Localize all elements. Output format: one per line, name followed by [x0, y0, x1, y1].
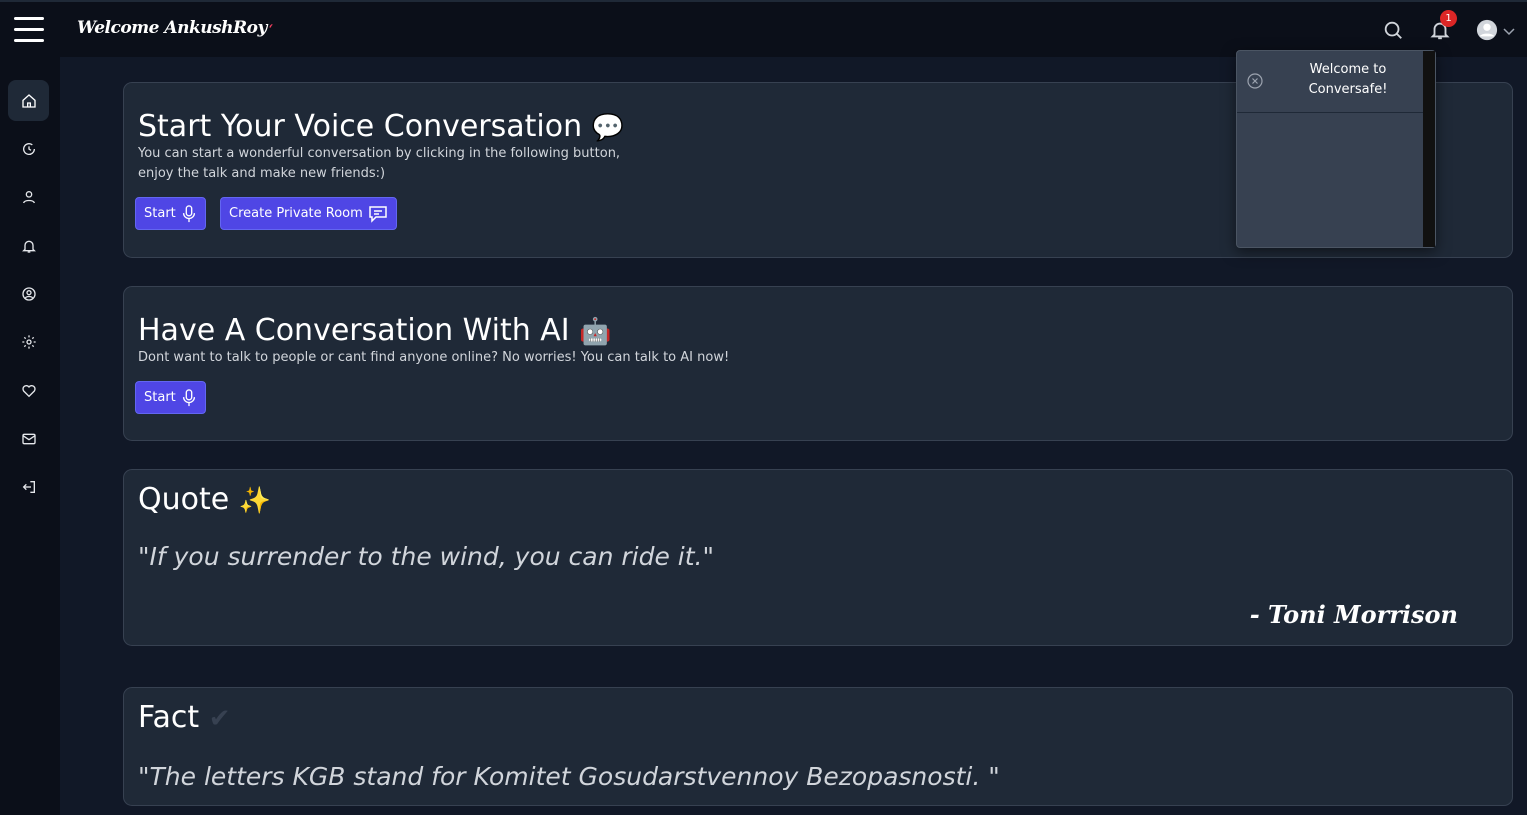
toast-header: Welcome to Conversafe! — [1237, 51, 1423, 113]
fact-card: Fact ✔ "The letters KGB stand for Komite… — [123, 687, 1513, 806]
ai-conversation-card: Have A Conversation With AI 🤖 Dont want … — [123, 286, 1513, 441]
quote-card: Quote ✨ "If you surrender to the wind, y… — [123, 469, 1513, 646]
voice-desc-line-1: You can start a wonderful conversation b… — [138, 146, 621, 161]
voice-desc-line-2: enjoy the talk and make new friends:) — [138, 166, 386, 181]
quote-author: - Toni Morrison — [1249, 600, 1458, 629]
voice-title-text: Start Your Voice Conversation — [138, 109, 583, 144]
fact-title-text: Fact — [138, 700, 200, 735]
account-circle-icon — [21, 286, 36, 301]
welcome-title: Welcome AnkushRoy ʻ — [77, 18, 273, 38]
microphone-icon — [182, 204, 195, 222]
search-icon[interactable] — [1382, 19, 1404, 41]
ai-start-button[interactable]: Start — [135, 381, 206, 414]
welcome-toast: Welcome to Conversafe! — [1236, 50, 1436, 248]
home-icon — [21, 93, 36, 108]
create-private-room-button[interactable]: Create Private Room — [220, 197, 397, 230]
sidebar — [0, 57, 60, 815]
speech-bubble-icon: 💬 — [591, 113, 625, 143]
private-room-label: Create Private Room — [229, 206, 363, 221]
sidebar-item-account[interactable] — [8, 273, 49, 314]
sidebar-item-logout[interactable] — [8, 466, 49, 507]
sidebar-item-home[interactable] — [8, 80, 49, 121]
mail-icon — [21, 433, 36, 444]
history-icon — [22, 142, 35, 155]
ai-title-text: Have A Conversation With AI — [138, 313, 570, 348]
sidebar-item-profile[interactable] — [8, 176, 49, 217]
quote-title-text: Quote — [138, 482, 230, 517]
ai-card-description: Dont want to talk to people or cant find… — [138, 350, 730, 365]
user-icon — [22, 190, 35, 203]
voice-start-label: Start — [144, 206, 176, 221]
chevron-down-icon[interactable] — [1503, 28, 1515, 36]
quote-card-title: Quote ✨ — [138, 482, 271, 517]
ai-card-title: Have A Conversation With AI 🤖 — [138, 313, 612, 348]
sidebar-item-settings[interactable] — [8, 321, 49, 362]
sidebar-item-history[interactable] — [8, 128, 49, 169]
close-icon[interactable] — [1247, 73, 1263, 89]
avatar-icon[interactable] — [1476, 19, 1498, 41]
logout-icon — [22, 480, 35, 493]
heart-icon — [21, 384, 36, 397]
top-bar: Welcome AnkushRoy ʻ 1 — [0, 0, 1527, 57]
notification-badge: 1 — [1440, 10, 1457, 27]
heart-mark-icon: ʻ — [268, 22, 273, 36]
toast-message: Welcome to Conversafe! — [1308, 62, 1388, 97]
fact-card-title: Fact ✔ — [138, 700, 231, 735]
chat-icon — [369, 205, 387, 223]
robot-icon: 🤖 — [579, 317, 612, 347]
sidebar-item-favorites[interactable] — [8, 370, 49, 411]
bell-icon — [21, 240, 36, 253]
sidebar-item-messages[interactable] — [8, 418, 49, 459]
toast-scrollbar[interactable] — [1423, 51, 1435, 247]
sidebar-item-notifications[interactable] — [8, 225, 49, 266]
quote-text: "If you surrender to the wind, you can r… — [138, 542, 715, 571]
checkmark-icon: ✔ — [208, 704, 231, 734]
gear-icon — [21, 334, 36, 349]
ai-start-label: Start — [144, 390, 176, 405]
fact-text: "The letters KGB stand for Komitet Gosud… — [138, 762, 1000, 791]
welcome-text: Welcome AnkushRoy — [77, 18, 267, 38]
voice-start-button[interactable]: Start — [135, 197, 206, 230]
voice-card-description: You can start a wonderful conversation b… — [138, 144, 620, 184]
voice-card-title: Start Your Voice Conversation 💬 — [138, 109, 624, 144]
menu-icon[interactable] — [14, 17, 44, 45]
microphone-icon — [182, 388, 195, 406]
sparkles-icon: ✨ — [238, 486, 272, 516]
